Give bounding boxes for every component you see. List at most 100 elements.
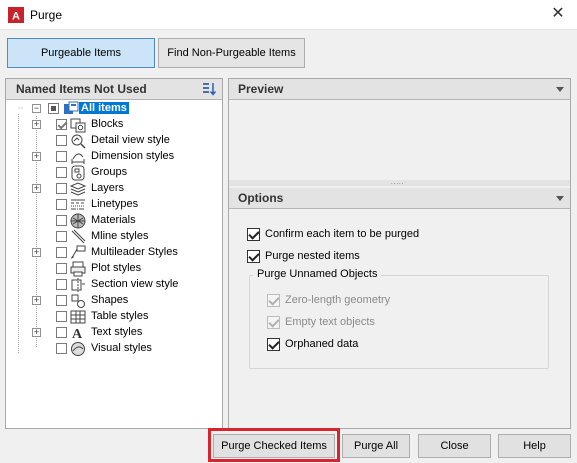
preview-collapse-arrow-icon[interactable] [556,87,564,92]
tree-item[interactable]: Groups [6,165,222,181]
orphaned-data-checkbox[interactable] [267,338,280,351]
preview-area [229,101,570,180]
sort-icon[interactable] [201,81,217,97]
purge-nested-items-option[interactable]: Purge nested items [247,249,547,265]
groups-icon [71,165,85,181]
named-items-header: Named Items Not Used [6,79,222,100]
tree-item-label[interactable]: Mline styles [91,230,148,242]
tree-item[interactable]: Materials [6,213,222,229]
tree-item-checkbox[interactable] [56,215,67,226]
expand-icon[interactable]: + [32,328,41,337]
tree-item[interactable]: Linetypes [6,197,222,213]
preview-header-label: Preview [238,82,284,96]
tree-item-checkbox[interactable] [56,167,67,178]
table-icon [70,310,86,324]
tree-root-all-items[interactable]: − All items [6,101,222,117]
tree-item-checkbox[interactable] [56,199,67,210]
help-button[interactable]: Help [498,434,571,458]
right-panel: Preview ..... Options Confirm each item … [228,78,571,429]
confirm-each-item-label: Confirm each item to be purged [265,228,420,240]
tree-item[interactable]: Table styles [6,309,222,325]
section-view-icon [71,278,85,292]
tree-item-checkbox[interactable] [56,327,67,338]
expand-icon[interactable]: + [32,120,41,129]
orphaned-data-option[interactable]: Orphaned data [267,337,517,353]
tree-item-label[interactable]: Text styles [91,326,142,338]
close-window-button[interactable]: ✕ [547,3,569,25]
close-button[interactable]: Close [418,434,491,458]
mline-icon [71,229,86,244]
tree-item[interactable]: + Dimension styles [6,149,222,165]
tree-item-label[interactable]: Table styles [91,310,148,322]
title-bar: A Purge ✕ [0,0,577,30]
tree-item[interactable]: + A Text styles [6,325,222,341]
tab-find-non-purgeable-items[interactable]: Find Non-Purgeable Items [158,38,305,68]
expand-icon[interactable]: + [32,248,41,257]
tab-purgeable-items[interactable]: Purgeable Items [7,38,155,68]
tree-item-checkbox[interactable] [56,343,67,354]
linetypes-icon [71,199,85,210]
tree-item[interactable]: + Multileader Styles [6,245,222,261]
zero-length-geometry-option: Zero-length geometry [267,293,517,309]
options-header[interactable]: Options [229,188,570,209]
autocad-app-icon: A [8,7,24,23]
tree-item[interactable]: Mline styles [6,229,222,245]
dimension-icon [71,153,85,164]
detail-view-icon [71,134,86,149]
zero-length-geometry-checkbox [267,294,280,307]
tree-item-checkbox[interactable] [56,279,67,290]
all-items-icon [64,101,79,114]
highlight-frame [208,428,340,462]
tree-item-checkbox[interactable] [56,311,67,322]
tree-item-label[interactable]: Shapes [91,294,128,306]
tree-item-checkbox[interactable] [56,295,67,306]
tree-item-checkbox[interactable] [56,151,67,162]
tree-item-label[interactable]: Visual styles [91,342,152,354]
tree-item[interactable]: + Blocks [6,117,222,133]
tree-item-checkbox[interactable] [56,231,67,242]
multileader-icon [71,245,86,259]
tree-item-label[interactable]: Groups [91,166,127,178]
purge-unnamed-objects-title: Purge Unnamed Objects [253,268,382,280]
named-items-panel: Named Items Not Used − All items + Blocks… [5,78,223,429]
root-label[interactable]: All items [79,102,129,114]
named-items-header-label: Named Items Not Used [16,82,147,96]
tree-item-checkbox[interactable] [56,119,67,130]
expand-icon[interactable]: + [32,296,41,305]
tree-item-label[interactable]: Section view style [91,278,178,290]
expand-icon[interactable]: + [32,152,41,161]
tree-item-label[interactable]: Layers [91,182,124,194]
tree-item-checkbox[interactable] [56,135,67,146]
tree-item[interactable]: Visual styles [6,341,222,357]
tree-item-label[interactable]: Blocks [91,118,123,130]
tree-item-checkbox[interactable] [56,183,67,194]
root-checkbox[interactable] [48,103,59,114]
tree-item-label[interactable]: Materials [91,214,136,226]
tree-item-label[interactable]: Dimension styles [91,150,174,162]
tree-item-label[interactable]: Multileader Styles [91,246,178,258]
collapse-icon[interactable]: − [32,104,41,113]
blocks-icon [70,118,86,133]
expand-icon[interactable]: + [32,184,41,193]
purge-nested-items-checkbox[interactable] [247,250,260,263]
purge-all-button[interactable]: Purge All [342,434,410,458]
empty-text-objects-label: Empty text objects [285,316,375,328]
text-style-icon: A [72,327,83,341]
tree-item-checkbox[interactable] [56,263,67,274]
tree-item[interactable]: Detail view style [6,133,222,149]
options-header-label: Options [238,191,284,205]
tree-item-label[interactable]: Plot styles [91,262,141,274]
plot-icon [70,261,86,277]
tree-item-label[interactable]: Detail view style [91,134,170,146]
tree-item[interactable]: Section view style [6,277,222,293]
preview-header[interactable]: Preview [229,79,570,100]
tree-item[interactable]: + Layers [6,181,222,197]
splitter-grip[interactable]: ..... [229,180,570,186]
tree-item[interactable]: Plot styles [6,261,222,277]
tree-item[interactable]: + Shapes [6,293,222,309]
tree-item-checkbox[interactable] [56,247,67,258]
confirm-each-item-checkbox[interactable] [247,228,260,241]
options-collapse-arrow-icon[interactable] [556,196,564,201]
tree-item-label[interactable]: Linetypes [91,198,138,210]
confirm-each-item-option[interactable]: Confirm each item to be purged [247,227,547,243]
